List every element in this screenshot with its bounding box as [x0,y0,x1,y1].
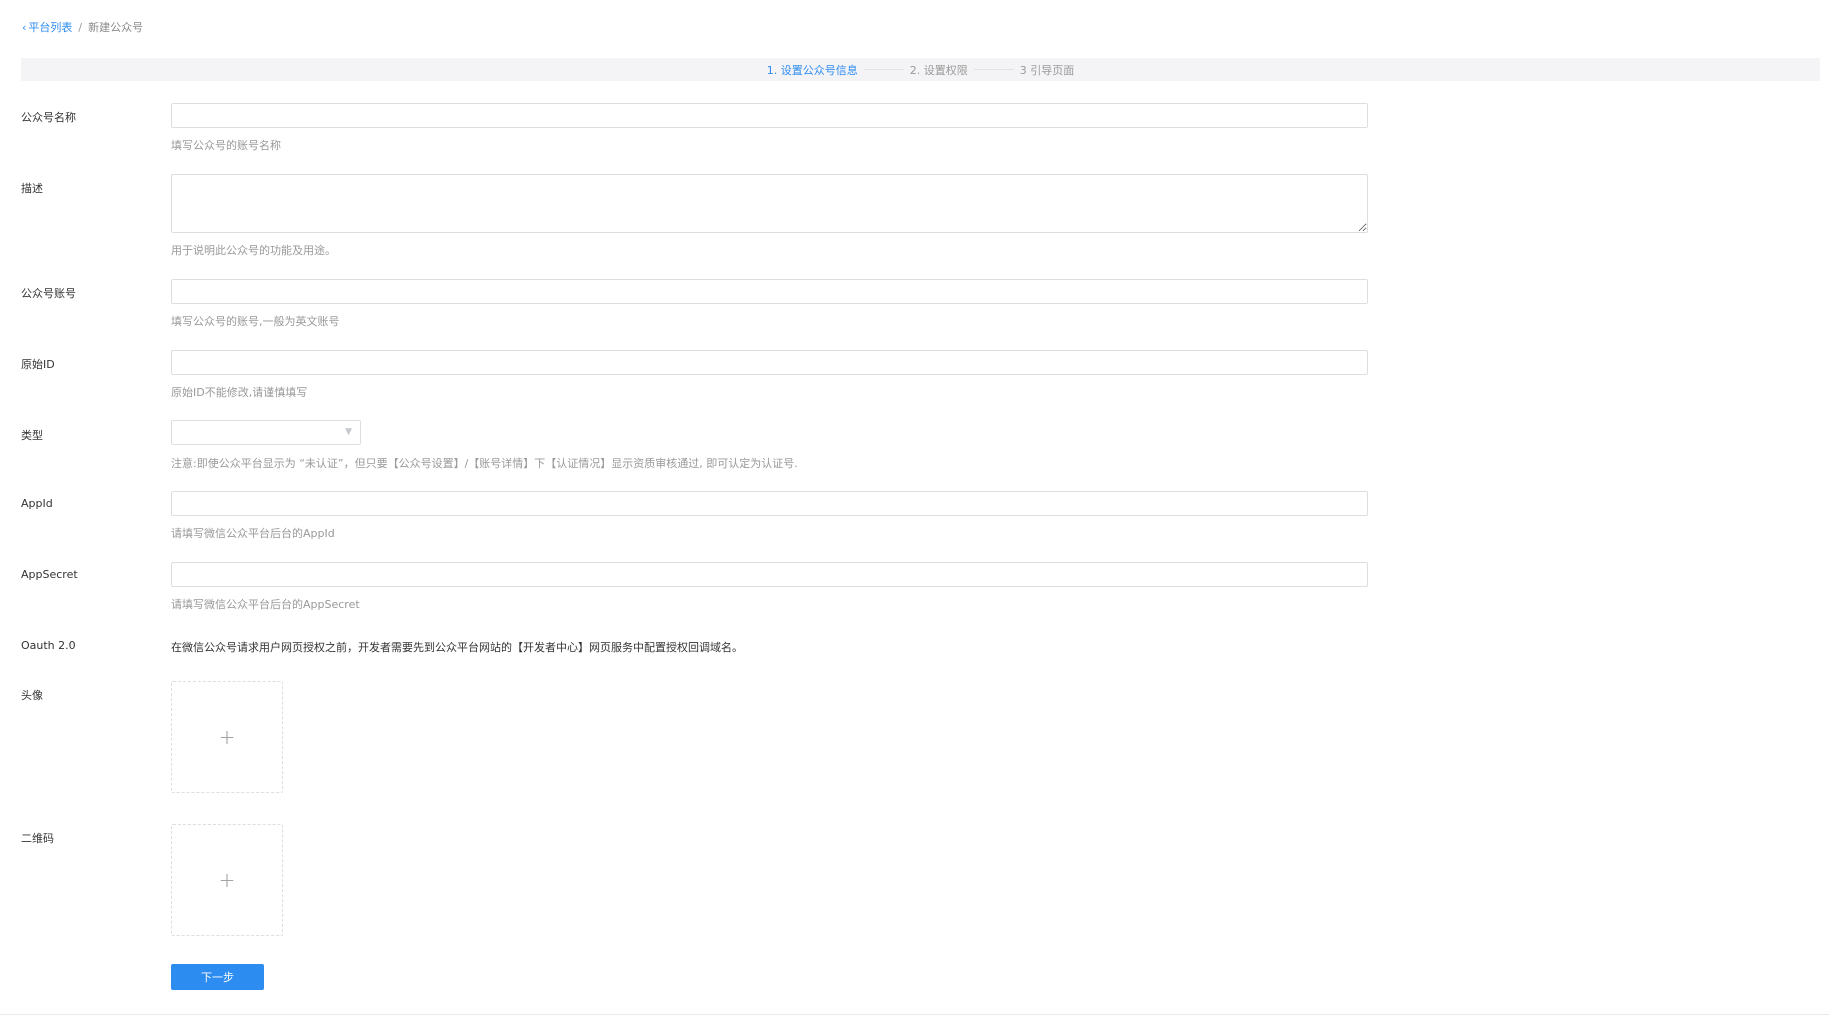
name-label: 公众号名称 [21,111,76,124]
breadcrumb: ‹ 平台列表 / 新建公众号 [22,19,143,35]
appsecret-input[interactable] [171,562,1368,587]
breadcrumb-parent: 平台列表 [28,21,73,34]
plus-icon: + [218,725,236,749]
type-label: 类型 [21,429,43,442]
original-id-label: 原始ID [21,358,55,371]
page: ‹ 平台列表 / 新建公众号 1. 设置公众号信息 2. 设置权限 3 引导页面… [0,0,1829,1023]
step-1: 1. 设置公众号信息 [766,63,858,77]
appid-hint: 请填写微信公众平台后台的AppId [171,527,335,540]
account-hint: 填写公众号的账号,一般为英文账号 [171,315,340,328]
name-hint: 填写公众号的账号名称 [171,139,281,152]
avatar-label: 头像 [21,689,43,702]
description-label: 描述 [21,182,43,195]
oauth-label: Oauth 2.0 [21,639,76,652]
chevron-down-icon: ▼ [345,427,352,437]
breadcrumb-separator: / [78,20,83,34]
appsecret-hint: 请填写微信公众平台后台的AppSecret [171,598,360,611]
account-label: 公众号账号 [21,287,76,300]
plus-icon: + [218,868,236,892]
steps-bar: 1. 设置公众号信息 2. 设置权限 3 引导页面 [21,58,1820,81]
appsecret-label: AppSecret [21,568,78,581]
step-connector [973,69,1014,70]
description-hint: 用于说明此公众号的功能及用途。 [171,244,336,257]
oauth-text: 在微信公众号请求用户网页授权之前，开发者需要先到公众平台网站的【开发者中心】网页… [171,641,743,654]
divider [0,1014,1829,1015]
breadcrumb-back-link[interactable]: ‹ 平台列表 [22,19,72,35]
name-input[interactable] [171,103,1368,128]
chevron-left-icon: ‹ [22,20,27,34]
account-input[interactable] [171,279,1368,304]
next-button[interactable]: 下一步 [171,964,264,990]
step-3: 3 引导页面 [1019,63,1075,77]
type-hint: 注意:即使公众平台显示为 “未认证”，但只要【公众号设置】/【账号详情】下【认证… [171,457,798,470]
original-id-input[interactable] [171,350,1368,375]
appid-label: AppId [21,497,53,510]
appid-input[interactable] [171,491,1368,516]
type-select[interactable]: ▼ [171,420,361,445]
description-textarea[interactable] [171,174,1368,233]
qrcode-label: 二维码 [21,832,54,845]
avatar-upload[interactable]: + [171,681,283,793]
step-2: 2. 设置权限 [909,63,968,77]
breadcrumb-current: 新建公众号 [88,21,144,34]
step-connector [863,69,904,70]
original-id-hint: 原始ID不能修改,请谨慎填写 [171,386,308,399]
qrcode-upload[interactable]: + [171,824,283,936]
